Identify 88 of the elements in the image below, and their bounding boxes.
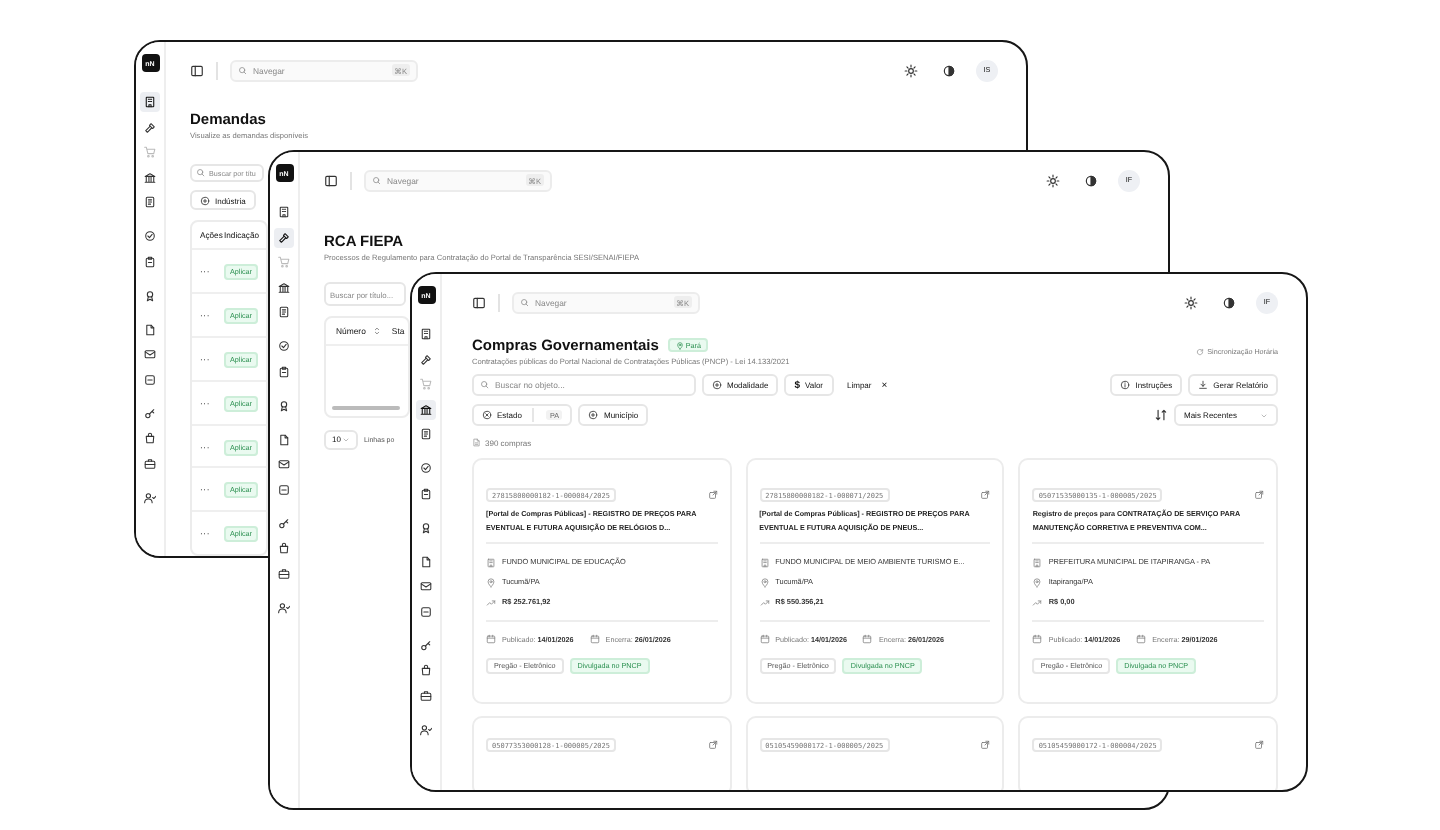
key-icon[interactable] [416, 635, 436, 655]
contrast-icon[interactable] [1084, 173, 1098, 187]
contrast-icon[interactable] [942, 63, 956, 77]
check-circle-icon[interactable] [416, 458, 436, 478]
purchase-card[interactable] [745, 458, 1005, 704]
external-link-icon[interactable] [1254, 740, 1264, 750]
pin-icon [1032, 577, 1043, 588]
building-icon[interactable] [274, 202, 294, 222]
clipboard-icon[interactable] [416, 483, 436, 503]
pin-icon [675, 341, 684, 349]
building-icon [759, 557, 770, 568]
bag-icon[interactable] [274, 538, 294, 558]
user-check-icon[interactable] [140, 487, 160, 507]
building-icon [1032, 557, 1043, 568]
purchase-card[interactable] [472, 458, 732, 704]
sort-icon[interactable] [1154, 408, 1168, 422]
building-icon[interactable] [140, 92, 160, 112]
plus-circle-icon [588, 410, 599, 420]
sun-icon[interactable] [904, 63, 918, 77]
envelope-icon[interactable] [140, 344, 160, 364]
key-icon[interactable] [274, 513, 294, 533]
plus-circle-icon [712, 380, 722, 390]
file-icon[interactable] [274, 429, 294, 449]
bag-icon[interactable] [140, 428, 160, 448]
info-icon [1120, 380, 1131, 390]
document-icon[interactable] [140, 192, 160, 212]
file-icon[interactable] [140, 319, 160, 339]
trend-icon [759, 597, 770, 608]
external-link-icon[interactable] [707, 490, 718, 500]
hammer-icon[interactable] [416, 349, 436, 369]
hammer-icon[interactable] [274, 227, 294, 247]
user-check-icon[interactable] [274, 597, 294, 617]
calendar-icon [759, 634, 770, 645]
search-icon [372, 175, 381, 185]
external-link-icon[interactable] [1254, 490, 1264, 500]
file-icon[interactable] [416, 551, 436, 571]
x-circle-icon [482, 410, 492, 420]
search-icon [520, 297, 529, 307]
pin-icon [486, 577, 496, 588]
external-link-icon[interactable] [980, 490, 991, 500]
clipboard-icon[interactable] [140, 251, 160, 271]
envelope-icon[interactable] [274, 454, 294, 474]
purchase-card[interactable] [1018, 458, 1278, 704]
box-icon[interactable] [140, 369, 160, 389]
bank-icon[interactable] [274, 277, 294, 297]
calendar-icon [486, 634, 496, 645]
sidebar-toggle-icon[interactable] [472, 295, 486, 309]
external-link-icon[interactable] [980, 740, 991, 750]
bank-icon[interactable] [416, 399, 436, 419]
calendar-icon [862, 634, 873, 645]
key-icon[interactable] [140, 403, 160, 423]
search-icon [196, 168, 205, 178]
bag-icon[interactable] [416, 660, 436, 680]
search-icon [480, 380, 489, 390]
briefcase-icon[interactable] [140, 453, 160, 473]
sun-icon[interactable] [1046, 173, 1060, 187]
download-icon [1198, 380, 1209, 390]
user-check-icon[interactable] [416, 719, 436, 739]
check-circle-icon[interactable] [274, 336, 294, 356]
external-link-icon[interactable] [707, 740, 718, 750]
scrollbar[interactable] [332, 406, 400, 409]
document-icon[interactable] [416, 424, 436, 444]
calendar-icon [1136, 634, 1147, 645]
calendar-icon [1032, 634, 1043, 645]
calendar-icon [589, 634, 600, 645]
briefcase-icon[interactable] [416, 685, 436, 705]
sun-icon[interactable] [1184, 295, 1198, 309]
envelope-icon[interactable] [416, 576, 436, 596]
sidebar-toggle-icon[interactable] [324, 173, 338, 187]
bank-icon[interactable] [140, 167, 160, 187]
check-circle-icon[interactable] [140, 226, 160, 246]
contrast-icon[interactable] [1222, 295, 1236, 309]
document-icon[interactable] [274, 302, 294, 322]
file-icon [472, 438, 481, 448]
building-icon[interactable] [416, 324, 436, 344]
trend-icon [486, 597, 496, 608]
clipboard-icon[interactable] [274, 361, 294, 381]
search-icon [238, 65, 247, 75]
box-icon[interactable] [416, 601, 436, 621]
hammer-icon[interactable] [140, 117, 160, 137]
building-icon [486, 557, 496, 568]
briefcase-icon[interactable] [274, 563, 294, 583]
refresh-icon [1195, 347, 1204, 355]
sidebar-toggle-icon[interactable] [190, 63, 204, 77]
trend-icon [1032, 597, 1043, 608]
box-icon[interactable] [274, 479, 294, 499]
plus-circle-icon [200, 195, 210, 206]
pin-icon [759, 577, 770, 588]
